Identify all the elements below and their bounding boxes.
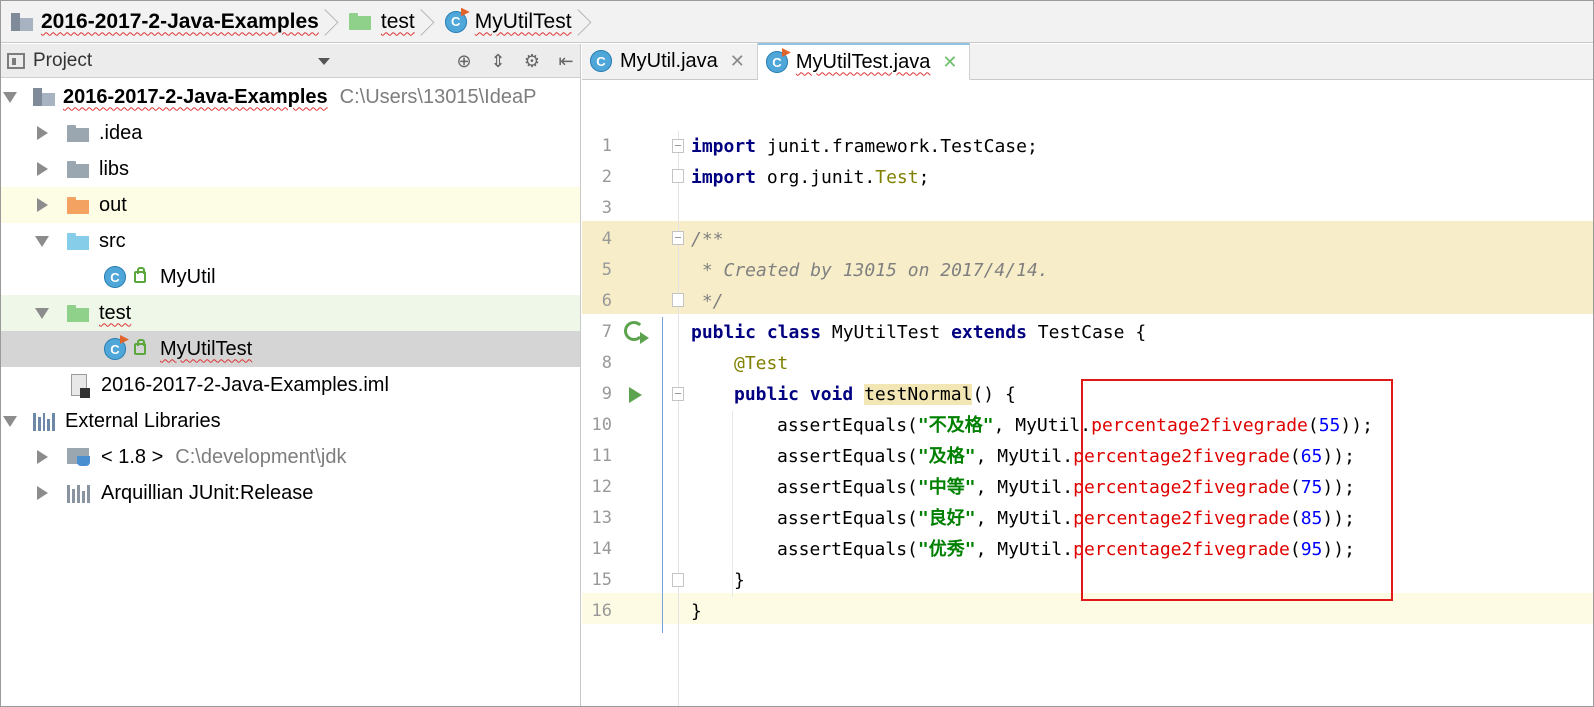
- editor-top-strip: [582, 80, 1593, 130]
- tree-item-project-root[interactable]: 2016-2017-2-Java-Examples C:\Users\13015…: [1, 79, 580, 115]
- tree-item-libs[interactable]: libs: [1, 151, 580, 187]
- code-line-10: assertEquals("不及格", MyUtil.percentage2fi…: [777, 415, 1373, 436]
- project-view-icon: [7, 52, 25, 69]
- chevron-right-icon[interactable]: [33, 124, 51, 142]
- chevron-down-icon[interactable]: [1, 88, 19, 106]
- code-line-8: @Test: [734, 353, 789, 374]
- ide-window: 2016-2017-2-Java-Examples test C MyUtilT…: [0, 0, 1594, 707]
- lock-icon: [134, 267, 146, 283]
- chevron-right-icon[interactable]: [33, 484, 51, 502]
- library-icon: [67, 483, 91, 503]
- code-line-13: assertEquals("良好", MyUtil.percentage2fiv…: [777, 508, 1355, 529]
- source-folder-icon: [67, 232, 89, 250]
- code-editor[interactable]: 1 2 3 4 5 6 7 8 9 10 11 12 13 14 15 16 i…: [582, 131, 1593, 706]
- tree-item-arquillian[interactable]: Arquillian JUnit:Release: [1, 475, 580, 511]
- close-icon[interactable]: ✕: [942, 52, 957, 73]
- class-icon: C: [104, 266, 126, 288]
- tree-item-idea[interactable]: .idea: [1, 115, 580, 151]
- project-folder-icon: [11, 12, 33, 31]
- chevron-down-icon[interactable]: [33, 232, 51, 250]
- project-panel: Project ⊕ ⇕ ⚙ ⇤ 2016-2017-2-Java-Example…: [1, 44, 581, 706]
- code-line-7: public class MyUtilTest extends TestCase…: [691, 322, 1147, 343]
- jdk-icon: [67, 448, 91, 466]
- close-icon[interactable]: ✕: [730, 51, 745, 72]
- folder-icon: [67, 196, 89, 214]
- chevron-down-icon[interactable]: [33, 304, 51, 322]
- test-class-icon: C: [444, 10, 467, 33]
- code-line-12: assertEquals("中等", MyUtil.percentage2fiv…: [777, 477, 1355, 498]
- libraries-icon: [33, 411, 55, 431]
- code-line-9: public void testNormal() {: [734, 384, 1016, 405]
- code-line-5: * Created by 13015 on 2017/4/14.: [691, 260, 1049, 281]
- project-folder-icon: [33, 88, 55, 106]
- code-line-2: import org.junit.Test;: [691, 167, 930, 188]
- tree-item-jdk[interactable]: < 1.8 > C:\development\jdk: [1, 439, 580, 475]
- folder-icon: [67, 124, 89, 142]
- panel-toolbar: ⊕ ⇕ ⚙ ⇤: [454, 44, 576, 78]
- chevron-down-icon[interactable]: [318, 58, 330, 65]
- project-tree: 2016-2017-2-Java-Examples C:\Users\13015…: [1, 79, 580, 511]
- locate-icon[interactable]: ⊕: [454, 51, 474, 71]
- project-panel-title: Project: [33, 49, 93, 71]
- hide-panel-icon[interactable]: ⇤: [556, 51, 576, 71]
- tab-myutil-java[interactable]: C MyUtil.java ✕: [582, 43, 758, 79]
- tree-item-src[interactable]: src: [1, 223, 580, 259]
- tab-myutiltest-java[interactable]: C MyUtilTest.java ✕: [757, 43, 971, 80]
- chevron-down-icon[interactable]: [1, 412, 19, 430]
- test-folder-icon: [67, 304, 89, 322]
- code-line-4: /**: [691, 229, 724, 250]
- test-class-icon: C: [104, 338, 126, 360]
- tree-item-out[interactable]: out: [1, 187, 580, 223]
- editor: C MyUtil.java ✕ C MyUtilTest.java ✕ 1 2 …: [582, 43, 1593, 706]
- breadcrumb: 2016-2017-2-Java-Examples test C MyUtilT…: [1, 1, 1593, 43]
- code-line-6: */: [691, 291, 724, 312]
- folder-icon: [348, 13, 371, 30]
- code-line-1: import junit.framework.TestCase;: [691, 136, 1038, 157]
- tree-item-iml[interactable]: 2016-2017-2-Java-Examples.iml: [1, 367, 580, 403]
- tree-item-myutil[interactable]: C MyUtil: [1, 259, 580, 295]
- chevron-right-icon[interactable]: [33, 160, 51, 178]
- code-line-16: }: [691, 601, 702, 622]
- breadcrumb-project[interactable]: 2016-2017-2-Java-Examples: [11, 1, 325, 43]
- breadcrumb-separator: [423, 1, 439, 43]
- editor-tabs: C MyUtil.java ✕ C MyUtilTest.java ✕: [582, 43, 1593, 80]
- module-file-icon: [71, 374, 90, 398]
- tree-item-test[interactable]: test: [1, 295, 580, 331]
- breadcrumb-separator: [327, 1, 343, 43]
- project-panel-header[interactable]: Project ⊕ ⇕ ⚙ ⇤: [1, 44, 580, 78]
- collapse-all-icon[interactable]: ⇕: [488, 51, 508, 71]
- folder-icon: [67, 160, 89, 178]
- code-line-11: assertEquals("及格", MyUtil.percentage2fiv…: [777, 446, 1355, 467]
- class-icon: C: [590, 50, 612, 72]
- code-line-14: assertEquals("优秀", MyUtil.percentage2fiv…: [777, 539, 1355, 560]
- gear-icon[interactable]: ⚙: [522, 51, 542, 71]
- code-line-15: }: [734, 570, 745, 591]
- test-class-icon: C: [765, 51, 788, 73]
- breadcrumb-separator: [580, 1, 596, 43]
- chevron-right-icon[interactable]: [33, 196, 51, 214]
- chevron-right-icon[interactable]: [33, 448, 51, 466]
- lock-icon: [134, 339, 146, 355]
- tree-item-myutiltest[interactable]: C MyUtilTest: [1, 331, 580, 367]
- tree-item-external-libraries[interactable]: External Libraries: [1, 403, 580, 439]
- breadcrumb-file[interactable]: C MyUtilTest: [444, 1, 578, 43]
